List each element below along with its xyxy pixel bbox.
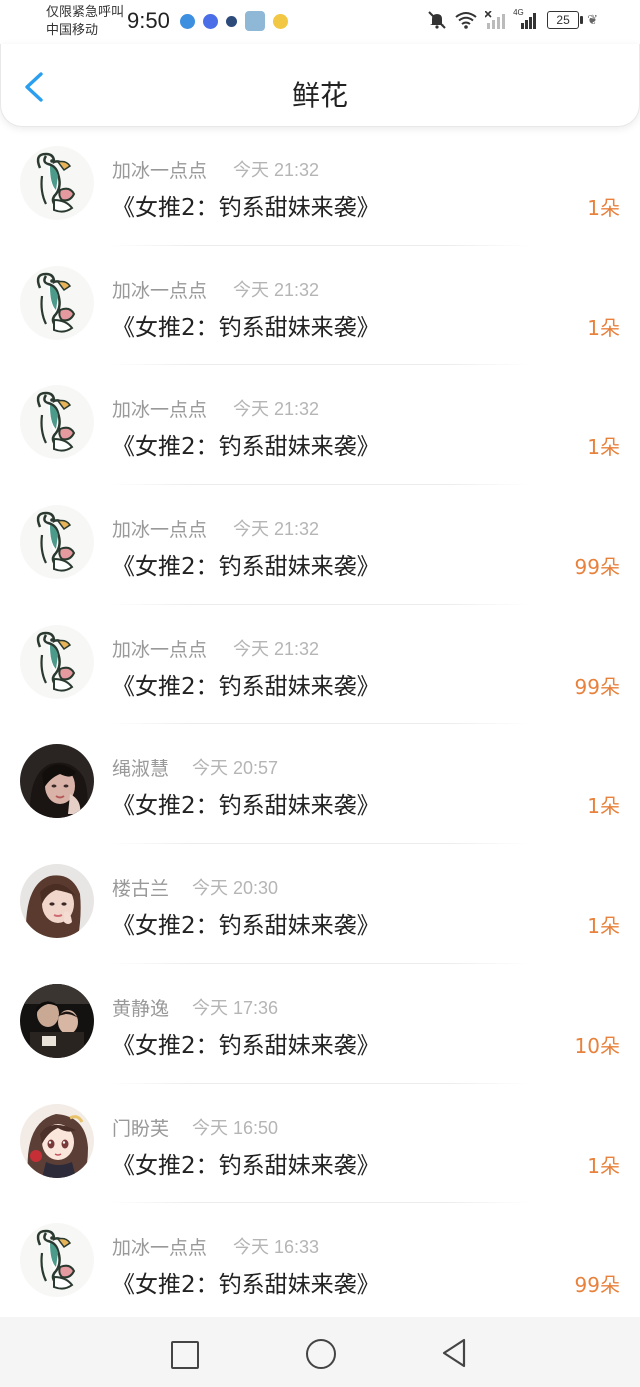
user-name[interactable]: 楼古兰: [112, 874, 169, 901]
timestamp: 今天 20:30: [192, 878, 279, 899]
flower-count: 99朵: [574, 555, 620, 580]
avatar[interactable]: [20, 385, 94, 460]
signal-x-icon: [485, 11, 506, 29]
user-name[interactable]: 加冰一点点: [112, 395, 207, 422]
timestamp: 今天 16:50: [192, 1117, 279, 1138]
flower-count: 99朵: [574, 674, 620, 699]
camera-notification-icon: [226, 15, 237, 27]
wifi-icon: [455, 12, 477, 29]
signal-4g-icon: 4G: [513, 8, 539, 29]
system-nav-bar: [0, 1317, 640, 1387]
user-name[interactable]: 加冰一点点: [112, 635, 207, 662]
top-app-bar: 鲜花: [0, 44, 640, 127]
user-name[interactable]: 加冰一点点: [112, 1233, 207, 1260]
list-item[interactable]: 加冰一点点 今天 21:32 《女推2：钓系甜妹来袭》 1朵: [0, 246, 640, 366]
book-title[interactable]: 《女推2：钓系甜妹来袭》: [112, 308, 380, 342]
book-title[interactable]: 《女推2：钓系甜妹来袭》: [112, 547, 380, 581]
chat-notification-icon: [273, 13, 288, 29]
app-notification-icon: [180, 13, 195, 29]
status-clock: 9:50: [127, 8, 170, 33]
user-name[interactable]: 加冰一点点: [112, 156, 207, 183]
timestamp: 今天 17:36: [192, 997, 279, 1018]
avatar[interactable]: [20, 265, 94, 340]
avatar[interactable]: [20, 624, 94, 699]
timestamp: 今天 20:57: [192, 758, 279, 779]
recents-square-icon[interactable]: [171, 1341, 199, 1369]
list-item[interactable]: 黄静逸 今天 17:36 《女推2：钓系甜妹来袭》 10朵: [0, 964, 640, 1084]
user-name[interactable]: 加冰一点点: [112, 515, 207, 542]
timestamp: 今天 16:33: [233, 1237, 320, 1258]
flower-count: 1朵: [587, 196, 620, 220]
book-title[interactable]: 《女推2：钓系甜妹来袭》: [112, 906, 380, 940]
list-item[interactable]: 楼古兰 今天 20:30 《女推2：钓系甜妹来袭》 1朵: [0, 844, 640, 964]
leaf-icon: ❦: [587, 12, 598, 28]
user-name[interactable]: 黄静逸: [112, 994, 169, 1021]
flower-count: 1朵: [587, 794, 620, 819]
user-name[interactable]: 加冰一点点: [112, 276, 207, 303]
mute-bell-icon: [428, 11, 446, 29]
timestamp: 今天 21:32: [233, 160, 320, 180]
list-item[interactable]: 加冰一点点 今天 21:32 《女推2：钓系甜妹来袭》 1朵: [0, 365, 640, 486]
list-item[interactable]: 加冰一点点 今天 21:32 《女推2：钓系甜妹来袭》 99朵: [0, 605, 640, 725]
music-notification-icon: [203, 13, 218, 29]
battery-icon: 25: [547, 11, 584, 29]
avatar[interactable]: [20, 1103, 94, 1178]
page-title: 鲜花: [291, 79, 348, 112]
timestamp: 今天 21:32: [233, 279, 320, 300]
game-notification-icon: [245, 11, 265, 31]
timestamp: 今天 21:32: [233, 638, 320, 659]
timestamp: 今天 21:32: [233, 399, 320, 420]
avatar[interactable]: [20, 864, 94, 939]
carrier-name: 中国移动: [46, 23, 99, 38]
book-title[interactable]: 《女推2：钓系甜妹来袭》: [112, 427, 380, 461]
home-circle-icon[interactable]: [306, 1339, 336, 1369]
system-status-icons: 4G 25 ❦: [427, 8, 598, 30]
flower-list: 加冰一点点 今天 21:32 《女推2：钓系甜妹来袭》 1朵 加冰一点点 今天 21:3…: [0, 126, 640, 1323]
list-item[interactable]: 加冰一点点 今天 16:33 《女推2：钓系甜妹来袭》 99朵: [0, 1203, 640, 1323]
carrier-emergency-text: 仅限紧急呼叫: [46, 5, 125, 20]
book-title[interactable]: 《女推2：钓系甜妹来袭》: [112, 1026, 380, 1060]
avatar[interactable]: [20, 146, 94, 220]
list-item[interactable]: 加冰一点点 今天 21:32 《女推2：钓系甜妹来袭》 99朵: [0, 485, 640, 605]
flower-count: 10朵: [574, 1033, 620, 1058]
flower-count: 1朵: [587, 914, 620, 939]
status-bar: 仅限紧急呼叫 中国移动 9:50 4G 25 ❦: [0, 0, 640, 44]
flower-count: 99朵: [574, 1273, 620, 1298]
avatar[interactable]: [20, 983, 94, 1058]
notification-icons: [180, 11, 288, 31]
book-title[interactable]: 《女推2：钓系甜妹来袭》: [112, 1265, 380, 1299]
user-name[interactable]: 门盼芙: [112, 1114, 169, 1141]
list-item[interactable]: 绳淑慧 今天 20:57 《女推2：钓系甜妹来袭》 1朵: [0, 724, 640, 845]
book-title[interactable]: 《女推2：钓系甜妹来袭》: [112, 667, 380, 701]
flower-count: 1朵: [587, 315, 620, 340]
list-item[interactable]: 加冰一点点 今天 21:32 《女推2：钓系甜妹来袭》 1朵: [0, 126, 640, 246]
list-item[interactable]: 门盼芙 今天 16:50 《女推2：钓系甜妹来袭》 1朵: [0, 1084, 640, 1204]
user-name[interactable]: 绳淑慧: [112, 754, 169, 781]
avatar[interactable]: [20, 505, 94, 580]
flower-count: 1朵: [587, 1153, 620, 1178]
timestamp: 今天 21:32: [233, 519, 320, 540]
book-title[interactable]: 《女推2：钓系甜妹来袭》: [112, 188, 380, 222]
book-title[interactable]: 《女推2：钓系甜妹来袭》: [112, 786, 380, 820]
avatar[interactable]: [20, 1223, 94, 1298]
book-title[interactable]: 《女推2：钓系甜妹来袭》: [112, 1146, 380, 1180]
flower-count: 1朵: [587, 435, 620, 460]
avatar[interactable]: [20, 744, 94, 819]
back-triangle-icon[interactable]: [440, 1337, 470, 1369]
